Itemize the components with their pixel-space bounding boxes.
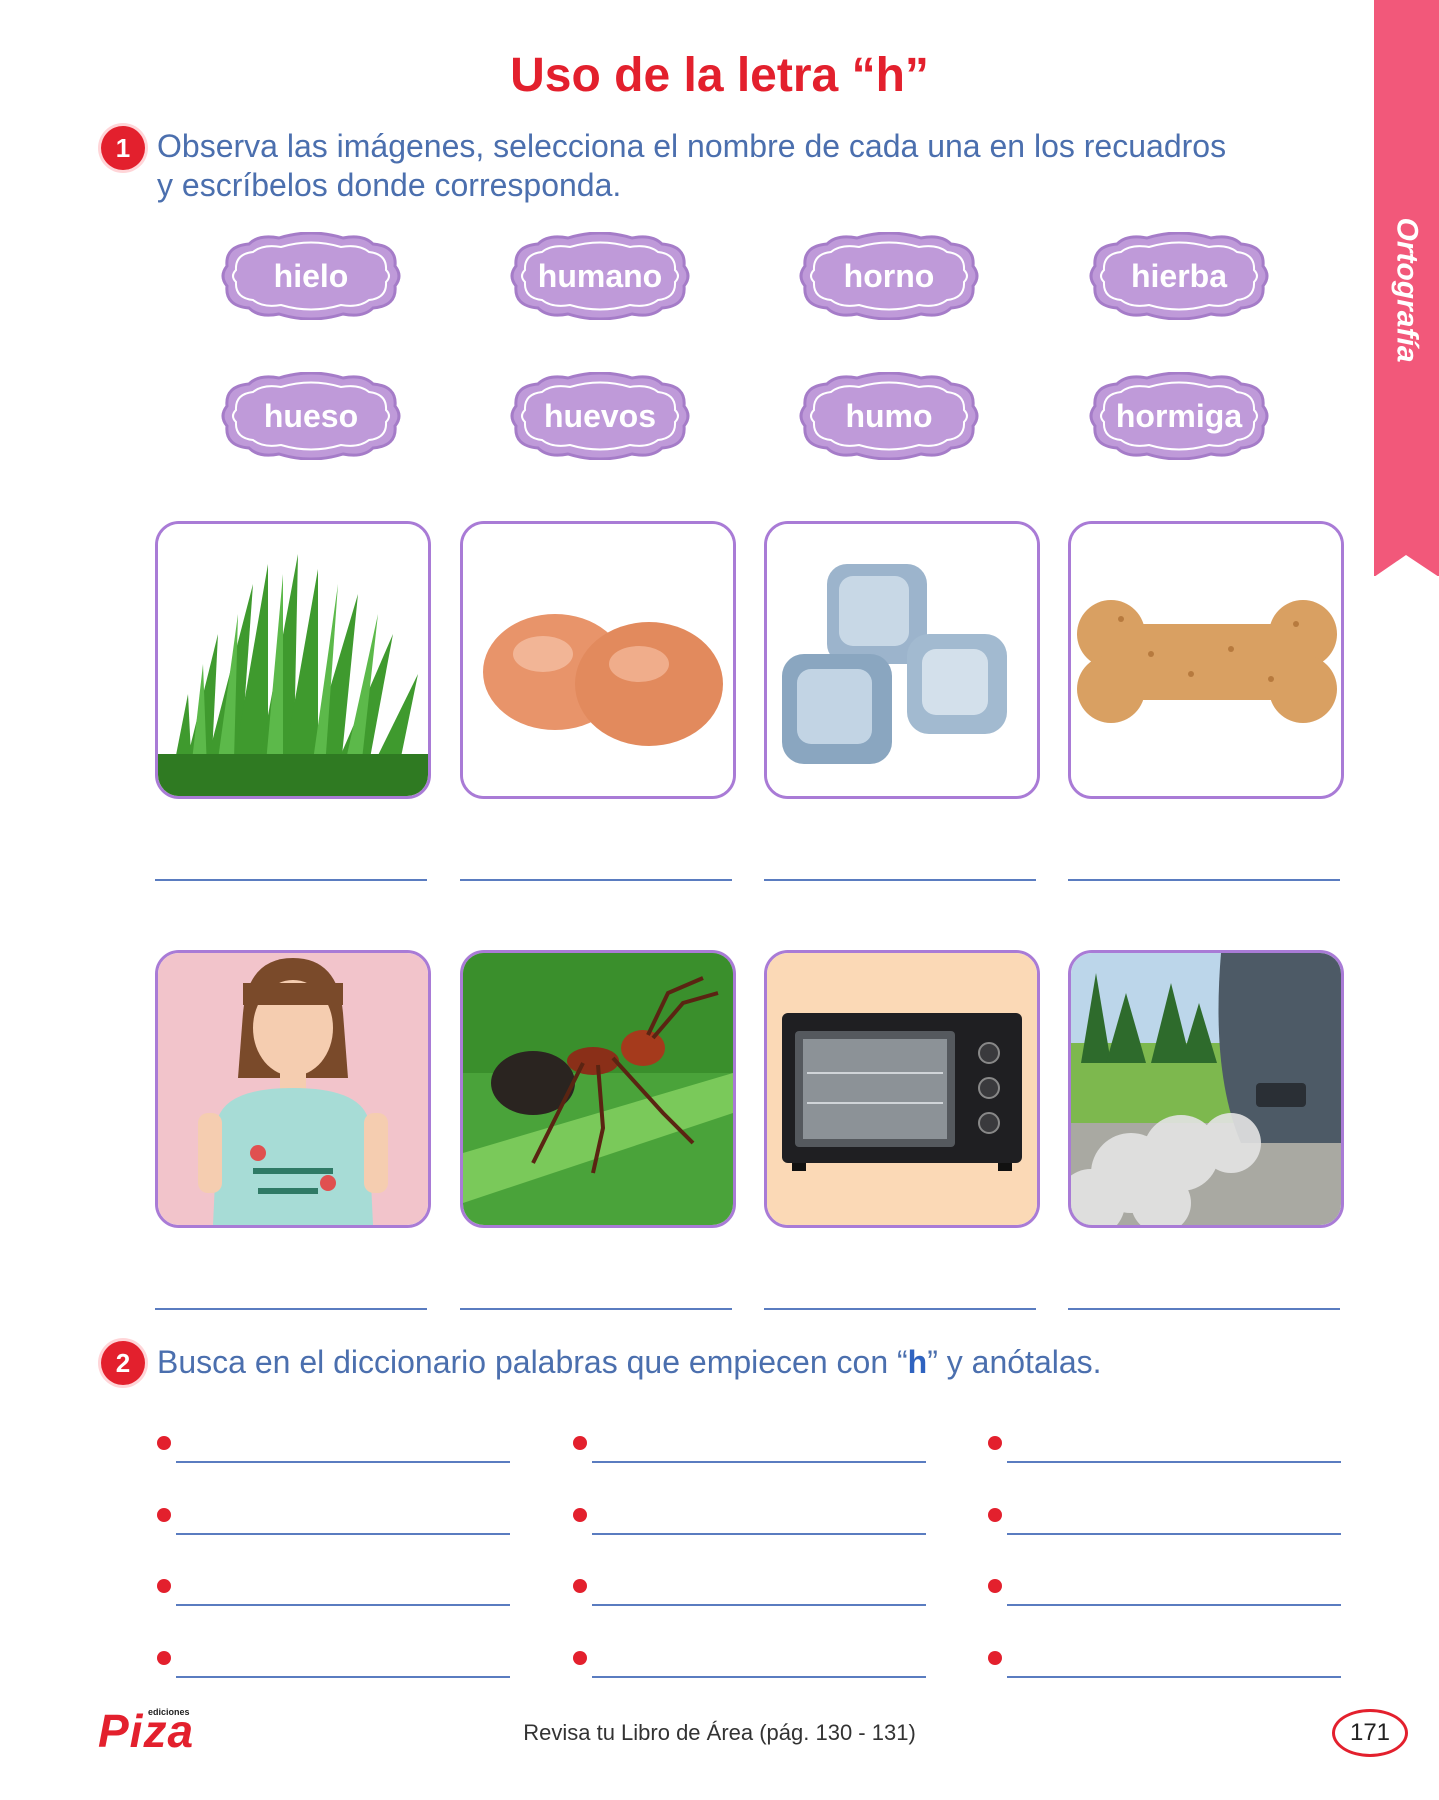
answer-line[interactable] xyxy=(460,879,732,881)
footer-reference: Revisa tu Libro de Área (pág. 130 - 131) xyxy=(523,1720,916,1745)
girl-image xyxy=(158,953,428,1225)
word-chip-label: humo xyxy=(845,397,933,434)
smoke-image xyxy=(1071,953,1341,1225)
oven-image xyxy=(767,953,1037,1225)
bullet-dot xyxy=(988,1651,1002,1665)
bullet-dot xyxy=(988,1436,1002,1450)
ice-image xyxy=(767,524,1037,796)
word-chip-hormiga[interactable]: hormiga xyxy=(1087,372,1271,460)
word-chip-label: hormiga xyxy=(1115,397,1243,434)
answer-line[interactable] xyxy=(764,879,1036,881)
word-chip-horno[interactable]: horno xyxy=(797,232,981,320)
picture-ice xyxy=(764,521,1040,799)
answer-line[interactable] xyxy=(764,1308,1036,1310)
answer-line[interactable] xyxy=(155,1308,427,1310)
bullet-dot xyxy=(573,1651,587,1665)
answer-line[interactable] xyxy=(155,879,427,881)
instruction-bold-letter: h xyxy=(907,1344,928,1380)
bullet-dot xyxy=(157,1579,171,1593)
eggs-image xyxy=(463,524,733,796)
word-chip-huevos[interactable]: huevos xyxy=(508,372,692,460)
page-title: Uso de la letra “h” xyxy=(510,49,929,102)
dictionary-word-line[interactable] xyxy=(1007,1676,1341,1678)
dictionary-word-line[interactable] xyxy=(176,1604,510,1606)
exercise-1-instruction-line2: y escríbelos donde corresponda. xyxy=(157,167,622,203)
word-chip-hueso[interactable]: hueso xyxy=(219,372,403,460)
side-tab-label: Ortografía xyxy=(1390,217,1424,363)
answer-line[interactable] xyxy=(1068,879,1340,881)
bullet-dot xyxy=(988,1508,1002,1522)
dictionary-word-line[interactable] xyxy=(592,1533,926,1535)
dictionary-word-line[interactable] xyxy=(176,1676,510,1678)
dictionary-word-line[interactable] xyxy=(1007,1461,1341,1463)
dictionary-word-line[interactable] xyxy=(176,1461,510,1463)
picture-oven xyxy=(764,950,1040,1228)
picture-bone xyxy=(1068,521,1344,799)
word-chip-label: hueso xyxy=(263,397,359,434)
bullet-dot xyxy=(573,1436,587,1450)
word-chip-label: hierba xyxy=(1130,257,1228,294)
word-chip-hierba[interactable]: hierba xyxy=(1087,232,1271,320)
bullet-dot xyxy=(988,1579,1002,1593)
word-chip-label: humano xyxy=(537,257,663,294)
grass-image xyxy=(158,524,428,796)
bullet-dot xyxy=(573,1508,587,1522)
word-chip-label: hielo xyxy=(273,257,349,294)
bullet-dot xyxy=(157,1651,171,1665)
ant-image xyxy=(463,953,733,1225)
side-tab-label-box: Ortografía xyxy=(1374,200,1439,380)
word-chip-humano[interactable]: humano xyxy=(508,232,692,320)
answer-line[interactable] xyxy=(1068,1308,1340,1310)
exercise-1-number: 1 xyxy=(101,126,145,170)
picture-ant xyxy=(460,950,736,1228)
picture-eggs xyxy=(460,521,736,799)
exercise-1-instruction-line1: Observa las imágenes, selecciona el nomb… xyxy=(157,128,1227,164)
dictionary-word-line[interactable] xyxy=(592,1676,926,1678)
bone-image xyxy=(1071,524,1341,796)
word-chip-humo[interactable]: humo xyxy=(797,372,981,460)
bullet-dot xyxy=(573,1579,587,1593)
exercise-2-instruction: Busca en el diccionario palabras que emp… xyxy=(157,1342,1102,1382)
instruction-text: ” y anótalas. xyxy=(927,1344,1102,1380)
dictionary-word-line[interactable] xyxy=(1007,1533,1341,1535)
publisher-logo-sub: ediciones xyxy=(148,1707,190,1717)
word-chip-hielo[interactable]: hielo xyxy=(219,232,403,320)
picture-smoke xyxy=(1068,950,1344,1228)
instruction-text: Busca en el diccionario palabras que emp… xyxy=(157,1344,908,1380)
dictionary-word-line[interactable] xyxy=(176,1533,510,1535)
dictionary-word-line[interactable] xyxy=(592,1461,926,1463)
bullet-dot xyxy=(157,1508,171,1522)
picture-grass xyxy=(155,521,431,799)
bullet-dot xyxy=(157,1436,171,1450)
page-number: 171 xyxy=(1332,1709,1408,1757)
exercise-2-number: 2 xyxy=(101,1341,145,1385)
word-chip-label: horno xyxy=(843,257,935,294)
dictionary-word-line[interactable] xyxy=(592,1604,926,1606)
answer-line[interactable] xyxy=(460,1308,732,1310)
dictionary-word-line[interactable] xyxy=(1007,1604,1341,1606)
picture-girl xyxy=(155,950,431,1228)
word-chip-label: huevos xyxy=(543,397,657,434)
